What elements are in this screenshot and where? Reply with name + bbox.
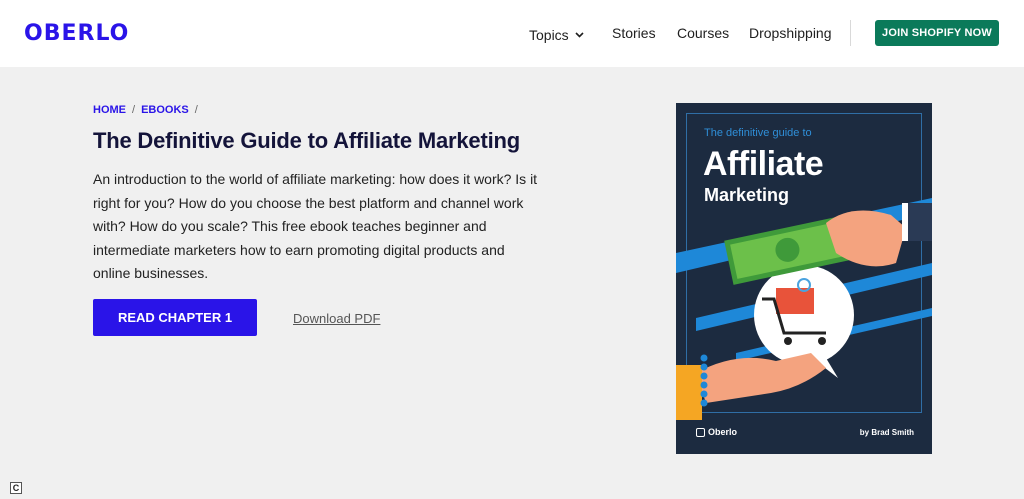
oberlo-logo[interactable]: OBERLO	[24, 21, 129, 46]
breadcrumb-separator: /	[132, 104, 136, 116]
cover-brand: Oberlo	[696, 427, 737, 437]
breadcrumb-separator: /	[194, 104, 198, 116]
nav-dropshipping[interactable]: Dropshipping	[749, 25, 832, 41]
cover-title-line2: Marketing	[704, 185, 790, 205]
cover-brand-label: Oberlo	[708, 427, 738, 437]
nav-divider	[850, 20, 851, 46]
page-description: An introduction to the world of affiliat…	[93, 171, 538, 281]
join-shopify-button[interactable]: JOIN SHOPIFY NOW	[875, 20, 999, 46]
nav-topics[interactable]: Topics	[529, 25, 584, 43]
download-pdf-link[interactable]: Download PDF	[293, 311, 380, 326]
read-chapter-button[interactable]: READ CHAPTER 1	[93, 299, 257, 336]
nav-topics-label: Topics	[529, 27, 569, 43]
breadcrumb: HOME / EBOOKS /	[93, 104, 204, 116]
cover-title-line1: Affiliate	[703, 145, 824, 183]
c-badge-icon[interactable]: C	[10, 482, 22, 494]
oberlo-mark-icon	[696, 427, 705, 437]
page-title: The Definitive Guide to Affiliate Market…	[93, 128, 520, 153]
nav-stories[interactable]: Stories	[612, 25, 656, 41]
breadcrumb-ebooks[interactable]: EBOOKS	[141, 104, 189, 116]
nav-courses[interactable]: Courses	[677, 25, 729, 41]
ebook-cover[interactable]: The definitive guide to Affiliate Market…	[676, 103, 932, 454]
chevron-down-icon	[575, 25, 584, 41]
cover-author: by Brad Smith	[859, 428, 914, 437]
breadcrumb-home[interactable]: HOME	[93, 104, 126, 116]
top-navbar: OBERLO Topics Stories Courses Dropshippi…	[0, 0, 1024, 67]
cover-subtitle: The definitive guide to	[704, 127, 812, 139]
